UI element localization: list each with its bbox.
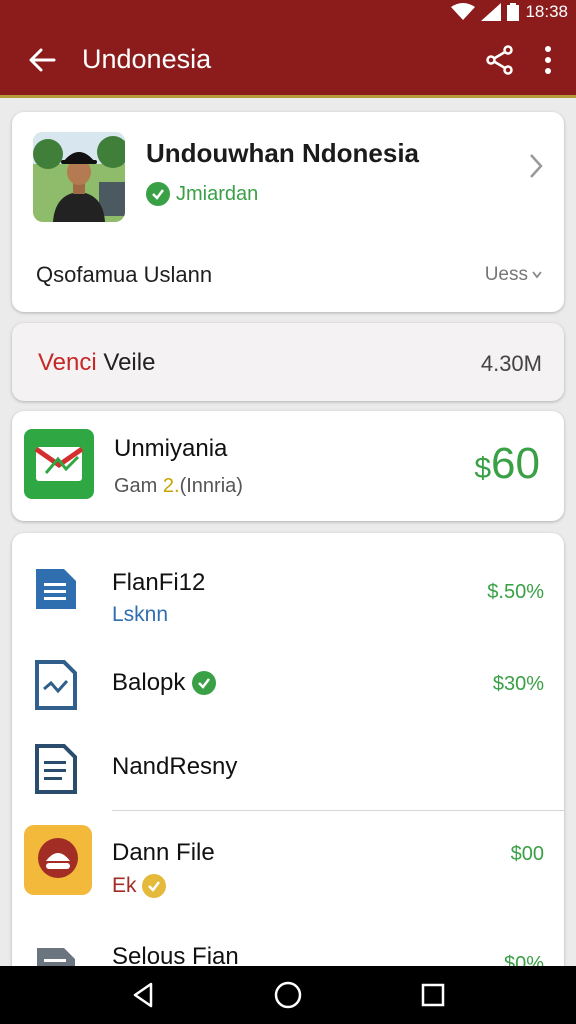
chevron-right-icon[interactable] (528, 152, 544, 180)
summary-label: Venci Veile (38, 349, 155, 377)
share-button[interactable] (476, 36, 524, 84)
app-icon (24, 825, 92, 895)
featured-price: $60 (474, 439, 540, 489)
nav-recents-button[interactable] (409, 971, 457, 1019)
chevron-down-icon (532, 271, 542, 279)
status-bar: 18:38 (0, 0, 576, 24)
navigation-bar (0, 966, 576, 1024)
summary-label-red: Venci (38, 349, 97, 376)
featured-price-value: 60 (491, 439, 540, 488)
nav-home-button[interactable] (264, 971, 312, 1019)
avatar (33, 132, 125, 222)
verified-badge-icon (192, 671, 217, 695)
document-icon (26, 559, 86, 619)
file-list: FlanFi12 Lsknn $.50% Balopk $30% NandRes… (12, 533, 564, 985)
divider (112, 810, 564, 811)
back-button[interactable] (14, 32, 70, 88)
page-title: Undonesia (82, 44, 212, 74)
circle-home-icon (274, 981, 302, 1009)
more-vert-icon (545, 45, 551, 74)
status-time: 18:38 (525, 2, 568, 21)
list-item-subtitle: Lsknn (112, 603, 169, 626)
featured-subtitle: Gam 2.(Innria) (114, 475, 243, 498)
profile-status-text: Jmiardan (176, 182, 259, 205)
list-item-value: $00 (510, 843, 544, 865)
mail-chart-icon (24, 429, 94, 499)
list-item-subtitle-text: Ek (112, 874, 137, 897)
list-item-title: FlanFi12 (112, 569, 206, 596)
list-item-value: $.50% (487, 581, 544, 603)
featured-card[interactable]: Unmiyania Gam 2.(Innria) $60 (12, 411, 564, 521)
profile-action-label: Uess (484, 264, 528, 285)
summary-value: 4.30M (480, 351, 542, 376)
featured-sub-prefix: Gam (114, 475, 158, 497)
battery-icon (507, 3, 520, 21)
list-item-title: Dann File (112, 839, 215, 866)
profile-card[interactable]: Undouwhan Ndonesia Jmiardan Qsofamua Usl… (12, 112, 564, 312)
summary-card[interactable]: Venci Veile 4.30M (12, 323, 564, 401)
list-item[interactable]: FlanFi12 Lsknn $.50% (12, 547, 564, 643)
check-circle-icon (146, 182, 170, 206)
list-item-title: NandResny (112, 753, 238, 780)
triangle-back-icon (133, 982, 152, 1008)
list-item[interactable]: Dann File Ek $00 (12, 819, 564, 909)
profile-action-link[interactable]: Uess (485, 264, 542, 286)
profile-status: Jmiardan (146, 182, 258, 206)
list-item-title-text: Balopk (112, 669, 186, 696)
list-item-subtitle: Ek (112, 873, 167, 899)
more-options-button[interactable] (524, 36, 572, 84)
wifi-icon (451, 3, 476, 20)
coin-badge-icon (141, 874, 166, 898)
app-bar: Undonesia (0, 24, 576, 98)
list-document-icon (26, 739, 86, 799)
featured-title: Unmiyania (114, 435, 228, 462)
profile-name: Undouwhan Ndonesia (146, 138, 419, 168)
nav-back-button[interactable] (119, 971, 167, 1019)
featured-sub-suffix: (Innria) (179, 475, 243, 497)
list-item-title: Balopk (112, 669, 217, 697)
share-icon (486, 44, 513, 75)
profile-subtitle: Qsofamua Uslann (36, 262, 213, 287)
square-recents-icon (422, 983, 445, 1007)
list-item[interactable]: Balopk $30% (12, 649, 564, 721)
chart-document-icon (26, 655, 86, 715)
list-item[interactable]: NandResny (12, 733, 564, 807)
summary-label-dark: Veile (103, 349, 156, 376)
list-item-value: $30% (492, 673, 544, 695)
featured-price-symbol: $ (474, 452, 492, 485)
signal-icon (481, 3, 502, 21)
arrow-back-icon (29, 48, 56, 71)
featured-sub-accent: 2. (162, 475, 180, 497)
